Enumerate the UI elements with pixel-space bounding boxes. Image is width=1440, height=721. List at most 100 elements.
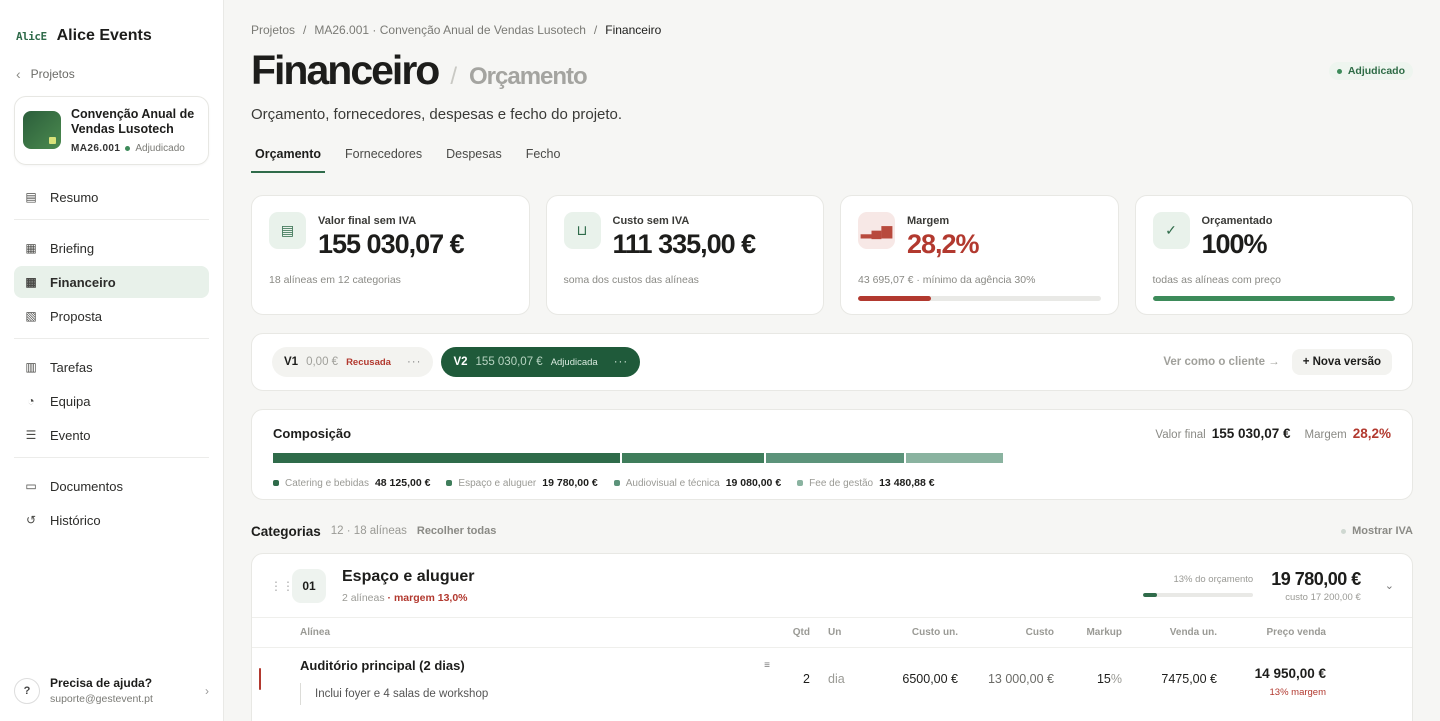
- tab-orcamento[interactable]: Orçamento: [251, 147, 325, 173]
- row-note[interactable]: Inclui foyer e 4 salas de workshop: [300, 683, 770, 705]
- sidebar-item-label: Proposta: [50, 308, 103, 324]
- legend-item: Audiovisual e técnica 19 080,00 €: [613, 477, 781, 489]
- help-box[interactable]: ? Precisa de ajuda? suporte@gestevent.pt…: [14, 676, 209, 705]
- version-status: Adjudicada: [550, 356, 598, 368]
- sidebar-item-label: Financeiro: [50, 274, 116, 290]
- kpi-card-margin: ▂▄▆ Margem 28,2% 43 695,07 € · mínimo da…: [840, 195, 1119, 315]
- sidebar-item-label: Documentos: [50, 478, 123, 494]
- version-chip-v2[interactable]: V2 155 030,07 € Adjudicada ···: [441, 347, 641, 377]
- tab-fecho[interactable]: Fecho: [522, 147, 565, 173]
- legend-item: Catering e bebidas 48 125,00 €: [273, 477, 430, 489]
- sidebar-item-documentos[interactable]: ▭ Documentos: [14, 470, 209, 502]
- kpi-row: ▤ Valor final sem IVA 155 030,07 € 18 al…: [251, 195, 1413, 315]
- cart-icon: ⊔: [563, 212, 601, 249]
- kpi-note: 18 alíneas em 12 categorias: [269, 274, 401, 286]
- legend-swatch: [613, 480, 620, 486]
- legend-item: Fee de gestão 13 480,88 €: [797, 477, 935, 489]
- show-vat-toggle[interactable]: Mostrar IVA: [1341, 525, 1413, 537]
- version-chip-v1[interactable]: V1 0,00 € Recusada ···: [272, 347, 434, 377]
- final-value: 155 030,07 €: [1211, 426, 1291, 441]
- kpi-value: 155 030,07 €: [318, 229, 465, 259]
- kpi-value: 100%: [1201, 229, 1268, 259]
- title-row: Financeiro / Orçamento: [251, 47, 1413, 95]
- kpi-value: 111 335,00 €: [612, 229, 757, 259]
- chevron-left-icon: ‹: [16, 66, 21, 82]
- chevron-down-icon[interactable]: ⌄: [1385, 579, 1394, 592]
- project-card[interactable]: Convenção Anual de Vendas Lusotech MA26.…: [14, 96, 209, 165]
- chart-icon: ▂▄▆: [858, 212, 895, 249]
- category-name: Espaço e aluguer: [342, 567, 475, 585]
- kpi-card-budgeted: ✓ Orçamentado 100% todas as alíneas com …: [1134, 195, 1413, 315]
- kpi-note: soma dos custos das alíneas: [563, 274, 699, 286]
- row-markup-value: 15: [1096, 672, 1111, 686]
- legend-item: Espaço e aluguer 19 780,00 €: [446, 477, 598, 489]
- kpi-label: Valor final sem IVA: [318, 215, 417, 227]
- doc-icon: ▦: [25, 241, 37, 255]
- category-card: ⋮⋮ 01 Espaço e aluguer 2 alíneas · marge…: [251, 553, 1413, 721]
- col-header-sale-price: Preço venda: [1266, 627, 1326, 638]
- drag-handle-icon[interactable]: ⋮⋮: [270, 579, 294, 593]
- category-header[interactable]: ⋮⋮ 01 Espaço e aluguer 2 alíneas · marge…: [252, 554, 1412, 618]
- sidebar-item-label: Equipa: [50, 393, 91, 409]
- doc-icon: ▦: [25, 275, 37, 289]
- main-content: Projetos / MA26.001 · Convenção Anual de…: [224, 0, 1440, 721]
- row-unit[interactable]: dia: [810, 648, 870, 686]
- sidebar-item-historico[interactable]: ↺ Histórico: [14, 504, 209, 536]
- status-dot: [1336, 68, 1342, 74]
- show-vat-label: Mostrar IVA: [1352, 525, 1413, 537]
- kpi-note: todas as alíneas com preço: [1152, 274, 1281, 286]
- col-header-un: Un: [828, 627, 842, 638]
- file-icon: ▤: [25, 190, 37, 204]
- table-row[interactable]: Auditório principal (2 dias) Inclui foye…: [252, 648, 1412, 714]
- breadcrumb-item[interactable]: MA26.001 · Convenção Anual de Vendas Lus…: [314, 23, 586, 37]
- sidebar-item-resumo[interactable]: ▤ Resumo: [14, 181, 209, 213]
- brand-logo: AlicE: [16, 29, 47, 43]
- notes-icon[interactable]: ≡: [764, 660, 770, 671]
- status-badge: Adjudicado: [1328, 62, 1413, 80]
- version-status: Recusada: [346, 356, 391, 368]
- brand[interactable]: AlicE Alice Events: [0, 0, 223, 50]
- margin-value: 28,2%: [1352, 426, 1391, 441]
- toggle-dot: [1341, 528, 1347, 534]
- people-icon: ◔: [27, 394, 35, 408]
- view-as-client-link[interactable]: Ver como o cliente →: [1163, 356, 1279, 368]
- new-version-button[interactable]: + Nova versão: [1291, 349, 1392, 375]
- breadcrumb-separator: /: [303, 23, 307, 37]
- sidebar-item-tarefas[interactable]: ▥ Tarefas: [14, 351, 209, 383]
- sidebar-item-financeiro[interactable]: ▦ Financeiro: [14, 266, 209, 298]
- row-sale-margin: 13% margem: [1269, 687, 1327, 698]
- more-icon[interactable]: ···: [614, 356, 629, 368]
- divider: [14, 338, 209, 339]
- proposal-icon: ▧: [25, 309, 37, 323]
- brand-name: Alice Events: [56, 27, 152, 44]
- kpi-card-final-value: ▤ Valor final sem IVA 155 030,07 € 18 al…: [251, 195, 530, 315]
- row-title[interactable]: Auditório principal (2 dias): [300, 658, 770, 673]
- sidebar: AlicE Alice Events ‹ Projetos Convenção …: [0, 0, 224, 721]
- col-header-unit-cost: Custo un.: [911, 627, 958, 638]
- composition-segment: [766, 453, 904, 463]
- kpi-label: Margem: [907, 215, 950, 227]
- page-title: Financeiro: [251, 47, 440, 93]
- sidebar-item-proposta[interactable]: ▧ Proposta: [14, 300, 209, 332]
- row-qtd[interactable]: 2: [770, 648, 810, 686]
- back-to-projects-link[interactable]: ‹ Projetos: [0, 60, 223, 88]
- margin-label: Margem: [1304, 429, 1347, 441]
- tab-despesas[interactable]: Despesas: [442, 147, 506, 173]
- row-unit-sale[interactable]: 7475,00 €: [1122, 648, 1217, 686]
- breadcrumb-separator: /: [593, 23, 598, 37]
- sidebar-item-equipa[interactable]: ◔ Equipa: [14, 385, 209, 417]
- category-share: 13% do orçamento: [1143, 574, 1254, 597]
- category-margin: · margem 13,0%: [387, 591, 468, 604]
- breadcrumb-item[interactable]: Projetos: [251, 23, 295, 37]
- row-markup-unit: %: [1110, 672, 1122, 686]
- chevron-right-icon: ›: [205, 683, 209, 698]
- more-icon[interactable]: ···: [407, 356, 422, 368]
- row-unit-cost[interactable]: 6500,00 €: [870, 648, 958, 686]
- categories-count: 12 · 18 alíneas: [330, 525, 407, 537]
- tab-fornecedores[interactable]: Fornecedores: [341, 147, 426, 173]
- sidebar-item-evento[interactable]: ☰ Evento: [14, 419, 209, 451]
- collapse-all-button[interactable]: Recolher todas: [417, 525, 496, 537]
- sidebar-item-briefing[interactable]: ▦ Briefing: [14, 232, 209, 264]
- row-markup[interactable]: 15%: [1054, 648, 1122, 686]
- legend-swatch: [797, 480, 804, 486]
